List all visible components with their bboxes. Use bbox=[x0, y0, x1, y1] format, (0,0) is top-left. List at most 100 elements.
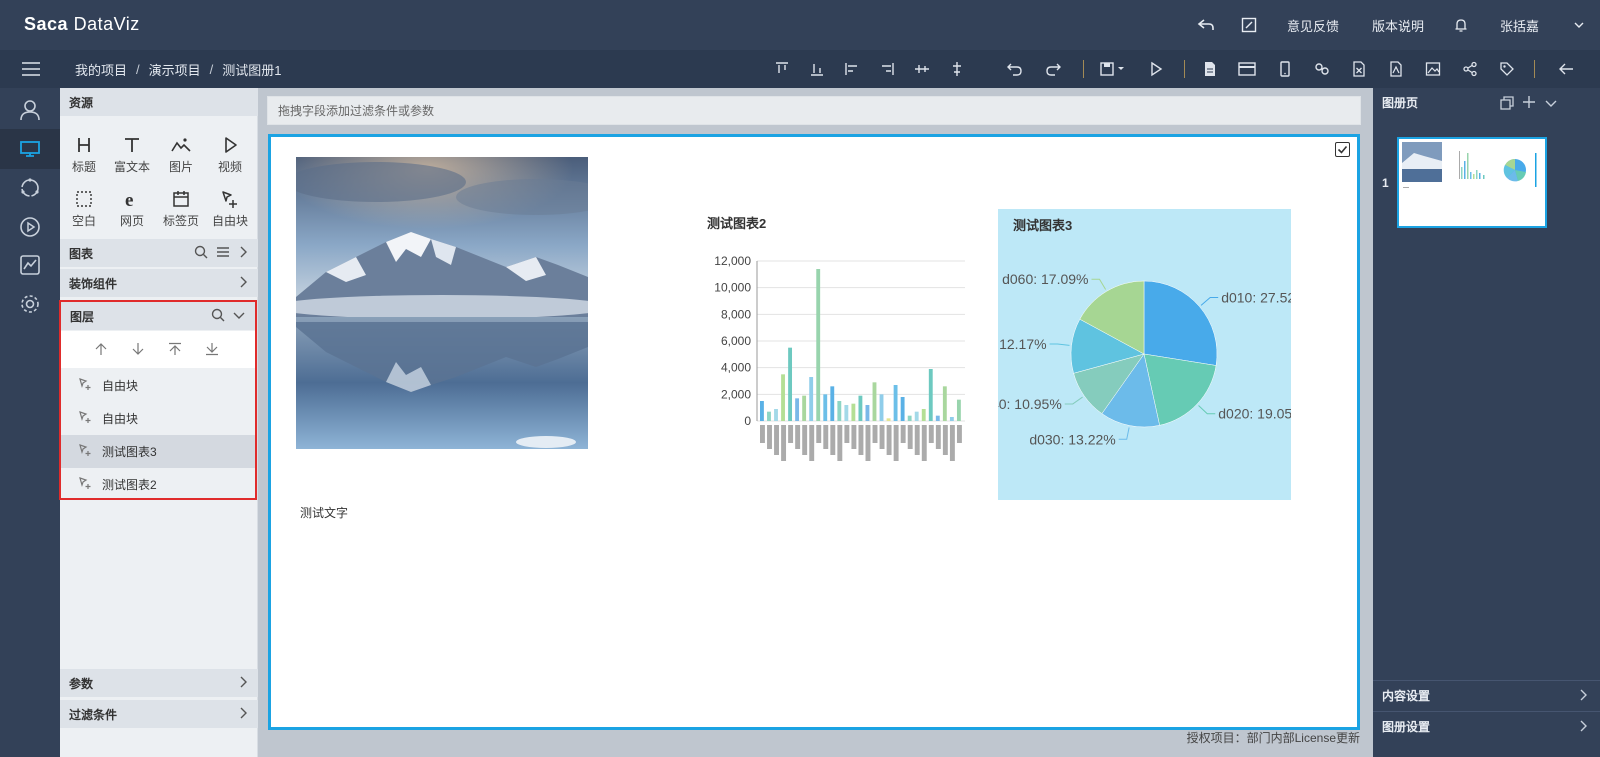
breadcrumb-demo-project[interactable]: 演示项目 bbox=[149, 60, 201, 79]
x-tick-label-stub bbox=[886, 425, 892, 455]
share-icon[interactable] bbox=[1460, 59, 1480, 79]
layer-item[interactable]: 测试图表2 bbox=[61, 468, 255, 501]
search-icon[interactable] bbox=[211, 308, 225, 325]
align-bottom-icon[interactable] bbox=[807, 59, 827, 79]
tag-icon[interactable] bbox=[1497, 59, 1517, 79]
exit-arrow-left-icon[interactable] bbox=[1556, 59, 1576, 79]
bar bbox=[851, 403, 856, 421]
align-top-icon[interactable] bbox=[772, 59, 792, 79]
chevron-right-icon[interactable] bbox=[1578, 689, 1588, 704]
move-down-arrow-icon[interactable] bbox=[131, 342, 145, 359]
bell-icon[interactable] bbox=[1453, 0, 1469, 50]
align-right-icon[interactable] bbox=[877, 59, 897, 79]
blank-dashed-square-icon bbox=[61, 186, 107, 212]
filters-section-header[interactable]: 过滤条件 bbox=[60, 700, 258, 728]
page-icon[interactable] bbox=[1200, 59, 1220, 79]
save-dropdown-icon[interactable] bbox=[1098, 59, 1128, 79]
mountain-lake-image[interactable] bbox=[296, 157, 588, 449]
toolbar-divider bbox=[1184, 60, 1185, 78]
nav-settings-gear-icon[interactable] bbox=[0, 284, 60, 324]
align-center-horizontal-icon[interactable] bbox=[947, 59, 967, 79]
feedback-link[interactable]: 意见反馈 bbox=[1287, 0, 1339, 50]
layer-item[interactable]: 自由块 bbox=[61, 402, 255, 435]
y-tick-label: 0 bbox=[744, 414, 751, 428]
canvas-page[interactable]: 测试图表2 0 2,000 4,000 6,000 8,000 10,000 12,000 … bbox=[268, 134, 1360, 730]
chevron-right-icon[interactable] bbox=[238, 707, 248, 722]
chevron-down-icon[interactable] bbox=[1545, 97, 1557, 111]
y-tick-label: 2,000 bbox=[721, 387, 751, 401]
move-to-top-icon[interactable] bbox=[168, 342, 182, 359]
copy-page-icon[interactable] bbox=[1500, 96, 1514, 113]
nav-chart-icon[interactable] bbox=[0, 245, 60, 285]
breadcrumb: 我的项目 / 演示项目 / 测试图册1 bbox=[75, 50, 282, 88]
chevron-right-icon[interactable] bbox=[238, 676, 248, 691]
preview-play-icon[interactable] bbox=[1146, 59, 1166, 79]
breadcrumb-my-projects[interactable]: 我的项目 bbox=[75, 60, 127, 79]
page-thumbnail[interactable] bbox=[1397, 137, 1547, 228]
resource-tabs[interactable]: 标签页 bbox=[158, 186, 204, 229]
move-to-bottom-icon[interactable] bbox=[205, 342, 219, 359]
tabs-calendar-icon bbox=[158, 186, 204, 212]
nav-user-icon[interactable] bbox=[0, 90, 60, 130]
x-tick-label-stub bbox=[851, 425, 857, 449]
add-page-plus-icon[interactable] bbox=[1522, 95, 1536, 112]
export-pdf-icon[interactable] bbox=[1386, 59, 1406, 79]
menu-icon[interactable] bbox=[20, 59, 42, 79]
move-up-arrow-icon[interactable] bbox=[94, 342, 108, 359]
charts-section-header[interactable]: 图表 bbox=[60, 239, 258, 267]
nav-play-icon[interactable] bbox=[0, 207, 60, 247]
x-tick-label-stub bbox=[802, 425, 808, 455]
content-settings-row[interactable]: 内容设置 bbox=[1373, 680, 1600, 710]
align-left-icon[interactable] bbox=[842, 59, 862, 79]
bar bbox=[935, 415, 940, 421]
back-icon[interactable] bbox=[1197, 0, 1215, 50]
pie-chart-widget[interactable]: 测试图表3 d010: 27.52 d020: 19.05 d030: 13.22%… bbox=[998, 209, 1291, 500]
search-icon[interactable] bbox=[194, 245, 208, 262]
redo-icon[interactable] bbox=[1043, 59, 1063, 79]
chevron-right-icon[interactable] bbox=[238, 246, 248, 261]
book-settings-row[interactable]: 图册设置 bbox=[1373, 711, 1600, 741]
resources-title: 资源 bbox=[69, 95, 94, 110]
version-link[interactable]: 版本说明 bbox=[1372, 0, 1424, 50]
resource-free-block[interactable]: 自由块 bbox=[207, 186, 253, 229]
decorations-section-header[interactable]: 装饰组件 bbox=[60, 269, 258, 297]
chevron-down-icon[interactable] bbox=[233, 309, 245, 323]
params-section-header[interactable]: 参数 bbox=[60, 669, 258, 697]
pie-slice-label: d010: 27.52 bbox=[1221, 290, 1291, 306]
pie-leader-line bbox=[1118, 427, 1130, 440]
resource-video[interactable]: 视频 bbox=[207, 132, 253, 175]
bar bbox=[886, 418, 891, 421]
resource-webpage[interactable]: e 网页 bbox=[109, 186, 155, 229]
resource-blank[interactable]: 空白 bbox=[61, 186, 107, 229]
chevron-right-icon[interactable] bbox=[238, 276, 248, 291]
export-excel-icon[interactable] bbox=[1349, 59, 1369, 79]
edit-icon[interactable] bbox=[1241, 0, 1257, 50]
user-name[interactable]: 张括嘉 bbox=[1500, 0, 1539, 50]
mobile-icon[interactable] bbox=[1275, 59, 1295, 79]
resource-title[interactable]: 标题 bbox=[61, 132, 107, 175]
export-image-icon[interactable] bbox=[1423, 59, 1443, 79]
resource-image[interactable]: 图片 bbox=[158, 132, 204, 175]
card-icon[interactable] bbox=[1237, 59, 1257, 79]
list-icon[interactable] bbox=[216, 245, 230, 262]
resource-rich-text[interactable]: 富文本 bbox=[109, 132, 155, 175]
pie-chart-plot: d010: 27.52 d020: 19.05 d030: 13.22% 40: 10… bbox=[998, 271, 1291, 447]
app-logo[interactable]: Saca DataViz bbox=[24, 14, 140, 35]
x-tick-label-stub bbox=[781, 425, 787, 461]
nav-cycle-icon[interactable] bbox=[0, 168, 60, 208]
text-block[interactable]: 测试文字 bbox=[300, 504, 348, 521]
x-tick-label-stub bbox=[774, 425, 779, 455]
chevron-right-icon[interactable] bbox=[1578, 720, 1588, 735]
align-center-vertical-icon[interactable] bbox=[912, 59, 932, 79]
page-select-checkbox[interactable] bbox=[1335, 142, 1350, 157]
filter-drop-zone[interactable]: 拖拽字段添加过滤条件或参数 bbox=[267, 96, 1361, 125]
layers-header[interactable]: 图层 bbox=[61, 302, 255, 330]
link-icon[interactable] bbox=[1312, 59, 1332, 79]
nav-monitor-icon[interactable] bbox=[0, 129, 60, 169]
bar bbox=[795, 398, 800, 421]
layer-item-selected[interactable]: 测试图表3 bbox=[61, 435, 255, 468]
layer-item[interactable]: 自由块 bbox=[61, 369, 255, 402]
undo-icon[interactable] bbox=[1005, 59, 1025, 79]
user-chevron-down-icon[interactable] bbox=[1574, 0, 1584, 50]
bar-chart-widget[interactable]: 测试图表2 0 2,000 4,000 6,000 8,000 10,000 12,000 bbox=[702, 206, 972, 476]
